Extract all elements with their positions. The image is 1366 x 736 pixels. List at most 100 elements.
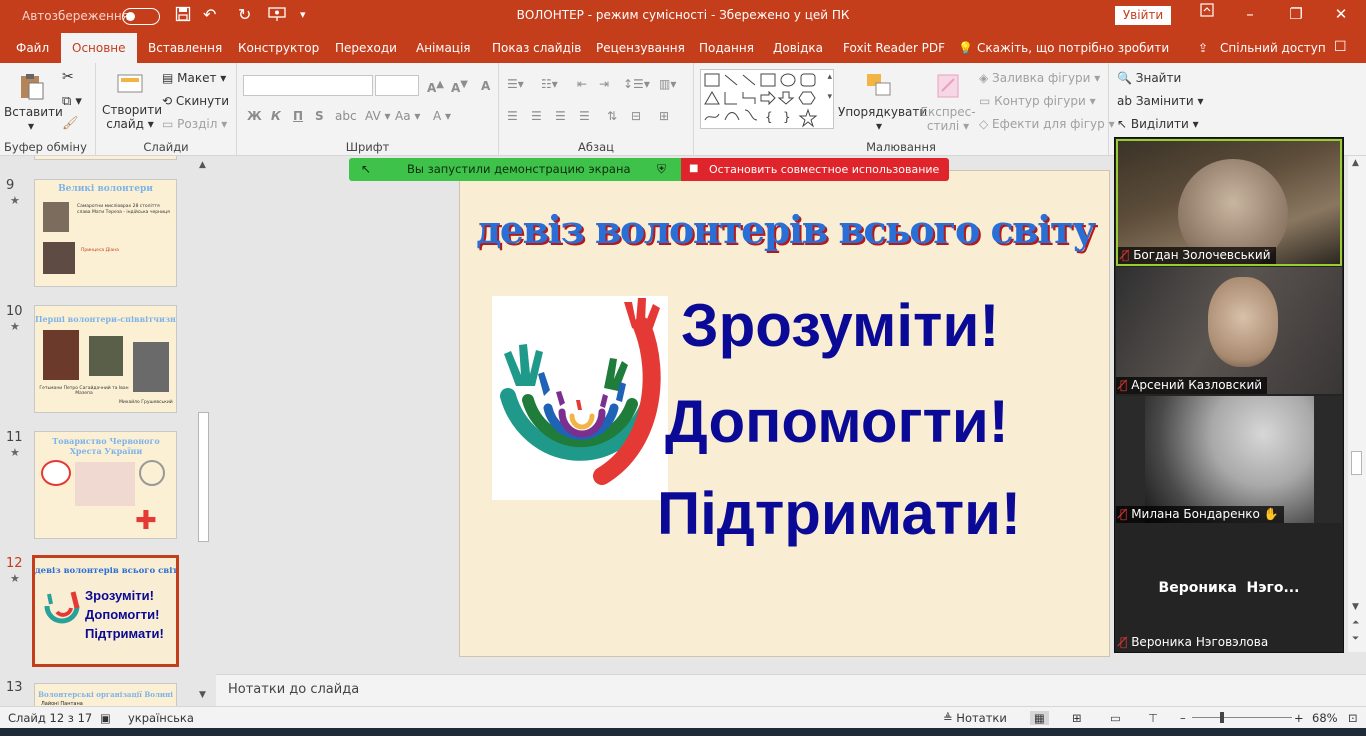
char-spacing-icon[interactable]: AV ▾	[365, 109, 391, 123]
font-color-icon[interactable]: A ▾	[433, 109, 451, 123]
zoom-slider[interactable]	[1192, 717, 1292, 718]
participant-tile-1[interactable]: 🎙̸ Богдан Золочевський	[1116, 139, 1342, 266]
cut-icon[interactable]: ✂	[62, 69, 74, 85]
stop-sharing-button[interactable]: ■ Остановить совместное использование	[681, 158, 949, 181]
close-icon[interactable]: ✕	[1326, 5, 1356, 23]
tab-animations[interactable]: Анімація	[416, 41, 471, 55]
italic-icon[interactable]: К	[271, 109, 281, 123]
zoom-slider-thumb[interactable]	[1220, 712, 1224, 723]
slide-sorter-icon[interactable]: ⊞	[1072, 711, 1082, 725]
copy-icon[interactable]: ⧉ ▾	[62, 94, 82, 109]
line-spacing-icon[interactable]: ↕☰▾	[623, 77, 650, 91]
notes-toggle-button[interactable]: ≜ Нотатки	[943, 711, 1007, 725]
thumbnail-8-bottom[interactable]	[34, 156, 177, 160]
slide-canvas[interactable]: девіз волонтерів всього світу Зрозуміти!…	[459, 170, 1110, 657]
bold-icon[interactable]: Ж	[247, 109, 262, 123]
decrease-indent-icon[interactable]: ⇤	[577, 77, 587, 91]
layout-button[interactable]: ▤ Макет ▾	[162, 71, 226, 85]
notes-pane[interactable]: Нотатки до слайда	[216, 674, 1366, 706]
thumbnails-scroll-thumb[interactable]	[198, 412, 209, 542]
tab-design[interactable]: Конструктор	[238, 41, 319, 55]
underline-icon[interactable]: П	[293, 109, 303, 123]
tab-help[interactable]: Довідка	[773, 41, 823, 55]
find-button[interactable]: 🔍 Знайти	[1117, 71, 1181, 85]
participant-tile-2[interactable]: 🎙̸ Арсений Казловский	[1116, 267, 1342, 394]
participant-tile-3[interactable]: 🎙̸ Милана Бондаренко ✋	[1116, 396, 1342, 523]
select-button[interactable]: ↖ Виділити ▾	[1117, 117, 1199, 131]
tab-review[interactable]: Рецензування	[596, 41, 685, 55]
scroll-up-icon[interactable]: ▲	[199, 160, 206, 170]
slide-line-1[interactable]: Зрозуміти!	[681, 291, 999, 360]
font-name-field[interactable]	[243, 75, 373, 96]
font-size-field[interactable]	[375, 75, 419, 96]
share-button[interactable]: Спільний доступ	[1220, 41, 1326, 55]
numbering-icon[interactable]: ☷▾	[541, 77, 558, 91]
slide-thumbnail-10[interactable]: Перші волонтери-співвітчизники Гетьмани …	[34, 305, 177, 413]
slideshow-view-icon[interactable]: ⊤	[1148, 711, 1158, 725]
zoom-in-icon[interactable]: +	[1294, 711, 1304, 725]
strikethrough-icon[interactable]: abc	[335, 109, 357, 123]
change-case-icon[interactable]: Аа ▾	[395, 109, 420, 123]
slide-title[interactable]: девіз волонтерів всього світу	[460, 207, 1111, 252]
scroll-down-icon[interactable]: ▼	[199, 690, 206, 700]
scroll-down-icon[interactable]: ▼	[1352, 602, 1359, 612]
tab-view[interactable]: Подання	[699, 41, 754, 55]
tab-transitions[interactable]: Переходи	[335, 41, 397, 55]
tell-me-search[interactable]: Скажіть, що потрібно зробити	[977, 41, 1169, 55]
language-indicator[interactable]: українська	[128, 711, 194, 725]
participant-tile-4[interactable]: Вероника Нэго... 🎙̸ Вероника Нэговэлова	[1116, 524, 1342, 651]
tab-home[interactable]: Основне	[61, 33, 137, 63]
restore-icon[interactable]: ❐	[1281, 5, 1311, 23]
notes-placeholder[interactable]: Нотатки до слайда	[228, 682, 359, 697]
slide-line-2[interactable]: Допомогти!	[665, 387, 1009, 456]
tab-insert[interactable]: Вставлення	[148, 41, 222, 55]
zoom-out-icon[interactable]: –	[1180, 711, 1186, 725]
shape-fill-button[interactable]: ◈ Заливка фігури ▾	[979, 71, 1100, 85]
tab-file[interactable]: Файл	[16, 41, 49, 55]
fit-to-window-icon[interactable]: ⊡	[1348, 711, 1358, 725]
shadow-icon[interactable]: S	[315, 109, 324, 123]
slide-line-3[interactable]: Підтримати!	[657, 479, 1021, 548]
thumbnails-scrollbar[interactable]: ▲ ▼	[196, 160, 211, 703]
columns-icon[interactable]: ▥▾	[659, 77, 676, 91]
smartart-icon[interactable]: ⊞	[659, 109, 669, 123]
reading-view-icon[interactable]: ▭	[1110, 711, 1121, 725]
previous-slide-icon[interactable]: ⏶	[1352, 618, 1359, 628]
justify-icon[interactable]: ☰	[579, 109, 590, 123]
shape-outline-button[interactable]: ▭ Контур фігури ▾	[979, 94, 1096, 108]
format-painter-icon[interactable]: 🖌	[62, 116, 79, 131]
decrease-font-icon[interactable]: A▼	[451, 79, 468, 95]
comments-icon[interactable]: ☐	[1334, 39, 1347, 55]
main-scroll-thumb[interactable]	[1351, 451, 1362, 475]
next-slide-icon[interactable]: ⏷	[1352, 634, 1359, 644]
minimize-icon[interactable]: –	[1235, 5, 1265, 23]
tab-slideshow[interactable]: Показ слайдів	[492, 41, 581, 55]
main-vertical-scrollbar[interactable]: ▲ ▼ ⏶ ⏷	[1348, 156, 1366, 652]
reset-button[interactable]: ⟲ Скинути	[162, 94, 229, 108]
text-direction-icon[interactable]: ⇅	[607, 109, 617, 123]
align-right-icon[interactable]: ☰	[555, 109, 566, 123]
drag-arrow-icon[interactable]: ↖	[361, 158, 371, 181]
ribbon-display-options-icon[interactable]	[1192, 3, 1222, 21]
sign-in-button[interactable]: Увійти	[1115, 6, 1171, 25]
increase-indent-icon[interactable]: ⇥	[599, 77, 609, 91]
quick-styles-button[interactable]: Експрес- стилі ▾	[920, 71, 976, 133]
clear-formatting-icon[interactable]: A	[481, 79, 490, 93]
shapes-gallery[interactable]: { } ▴ ▾	[700, 69, 834, 129]
spellcheck-icon[interactable]: ▣	[100, 711, 111, 725]
slide-thumbnail-12[interactable]: девіз волонтерів всього світу Зрозуміти!…	[32, 555, 179, 667]
tab-foxit[interactable]: Foxit Reader PDF	[843, 41, 945, 55]
arrange-button[interactable]: Упорядкувати ▾	[838, 71, 927, 133]
bullets-icon[interactable]: ☰▾	[507, 77, 524, 91]
scroll-up-icon[interactable]: ▲	[1352, 158, 1359, 168]
align-text-icon[interactable]: ⊟	[631, 109, 641, 123]
slide-thumbnail-9[interactable]: Великі волонтери Самаротни мисліоврах 28…	[34, 179, 177, 287]
section-button[interactable]: ▭ Розділ ▾	[162, 117, 227, 131]
increase-font-icon[interactable]: A▲	[427, 79, 444, 95]
align-center-icon[interactable]: ☰	[531, 109, 542, 123]
shape-effects-button[interactable]: ◇ Ефекти для фігур ▾	[979, 117, 1115, 131]
new-slide-button[interactable]: Створити слайд ▾	[102, 69, 162, 131]
normal-view-icon[interactable]: ▦	[1030, 711, 1049, 725]
slide-thumbnail-11[interactable]: Товариство Червоного Хреста України ✚	[34, 431, 177, 539]
align-left-icon[interactable]: ☰	[507, 109, 518, 123]
